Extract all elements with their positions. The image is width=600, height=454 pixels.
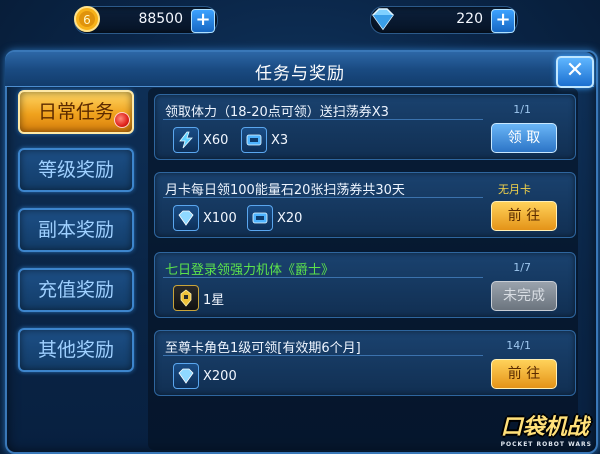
reward-item: X60	[173, 127, 228, 153]
quest-item: 七日登录领强力机体《爵士》 1星 1/7 未完成	[154, 252, 576, 318]
claim-button[interactable]: 领 取	[491, 123, 557, 153]
reward-item: X200	[173, 363, 237, 389]
gold-coin-icon: 6	[74, 6, 100, 32]
tab-instance-rewards[interactable]: 副本奖励	[18, 208, 134, 252]
logo-text: 口袋机战	[500, 415, 589, 440]
quest-title: 七日登录领强力机体《爵士》	[165, 263, 335, 278]
game-logo: 口袋机战 POCKET ROBOT WARS	[501, 409, 592, 448]
reward-item: 1星	[173, 285, 224, 311]
gem-amount: 220	[456, 11, 483, 27]
tab-other-rewards[interactable]: 其他奖励	[18, 328, 134, 372]
tab-label: 其他奖励	[37, 339, 114, 361]
notification-dot	[114, 112, 130, 128]
quest-progress: 1/1	[513, 103, 531, 116]
tab-label: 充值奖励	[37, 279, 114, 301]
quest-title: 领取体力（18-20点可领）送扫荡券X3	[165, 105, 389, 120]
svg-text:6: 6	[83, 13, 91, 27]
add-gems-button[interactable]: +	[491, 9, 515, 33]
quest-item: 至尊卡角色1级可领[有效期6个月] X200 14/1 前 往	[154, 330, 576, 396]
close-icon: ✕	[565, 58, 585, 83]
divider	[163, 119, 483, 120]
reward-amount: X200	[203, 368, 237, 384]
quest-item: 领取体力（18-20点可领）送扫荡券X3 X60 X3 1/1 领 取	[154, 94, 576, 160]
add-coins-button[interactable]: +	[191, 9, 215, 33]
reward-item: X100	[173, 205, 237, 231]
divider	[163, 197, 483, 198]
sweep-ticket-icon	[247, 205, 273, 231]
reward-amount: X3	[271, 132, 289, 148]
tab-level-rewards[interactable]: 等级奖励	[18, 148, 134, 192]
panel-title: 任务与奖励	[255, 64, 345, 84]
divider	[163, 355, 483, 356]
quest-title: 月卡每日领100能量石20张扫荡券共30天	[165, 183, 405, 198]
quest-title: 至尊卡角色1级可领[有效期6个月]	[165, 341, 361, 356]
diamond-icon	[372, 8, 394, 31]
diamond-icon	[173, 363, 199, 389]
logo-subtitle: POCKET ROBOT WARS	[500, 441, 592, 448]
tab-recharge-rewards[interactable]: 充值奖励	[18, 268, 134, 312]
go-button[interactable]: 前 往	[491, 359, 557, 389]
tab-daily-tasks[interactable]: 日常任务	[18, 90, 134, 134]
tab-label: 等级奖励	[37, 159, 114, 181]
reward-amount: 1星	[203, 292, 225, 308]
coin-amount: 88500	[138, 11, 183, 27]
quest-item: 月卡每日领100能量石20张扫荡券共30天 X100 X20 无月卡 前 往	[154, 172, 576, 238]
gem-counter: 220 +	[370, 6, 518, 34]
reward-item: X20	[247, 205, 302, 231]
robot-unit-icon	[173, 285, 199, 311]
reward-item: X3	[241, 127, 288, 153]
stamina-bolt-icon	[173, 127, 199, 153]
sweep-ticket-icon	[241, 127, 267, 153]
quest-progress: 1/7	[513, 261, 531, 274]
reward-amount: X20	[277, 210, 303, 226]
go-button[interactable]: 前 往	[491, 201, 557, 231]
quest-progress: 14/1	[506, 339, 531, 352]
incomplete-button: 未完成	[491, 281, 557, 311]
divider	[163, 277, 483, 278]
coin-counter: 6 88500 +	[74, 6, 218, 34]
reward-amount: X60	[203, 132, 229, 148]
tab-label: 副本奖励	[37, 219, 114, 241]
close-button[interactable]: ✕	[556, 56, 594, 88]
quest-progress: 无月卡	[498, 183, 531, 196]
diamond-icon	[173, 205, 199, 231]
tab-label: 日常任务	[37, 101, 114, 123]
reward-amount: X100	[203, 210, 237, 226]
